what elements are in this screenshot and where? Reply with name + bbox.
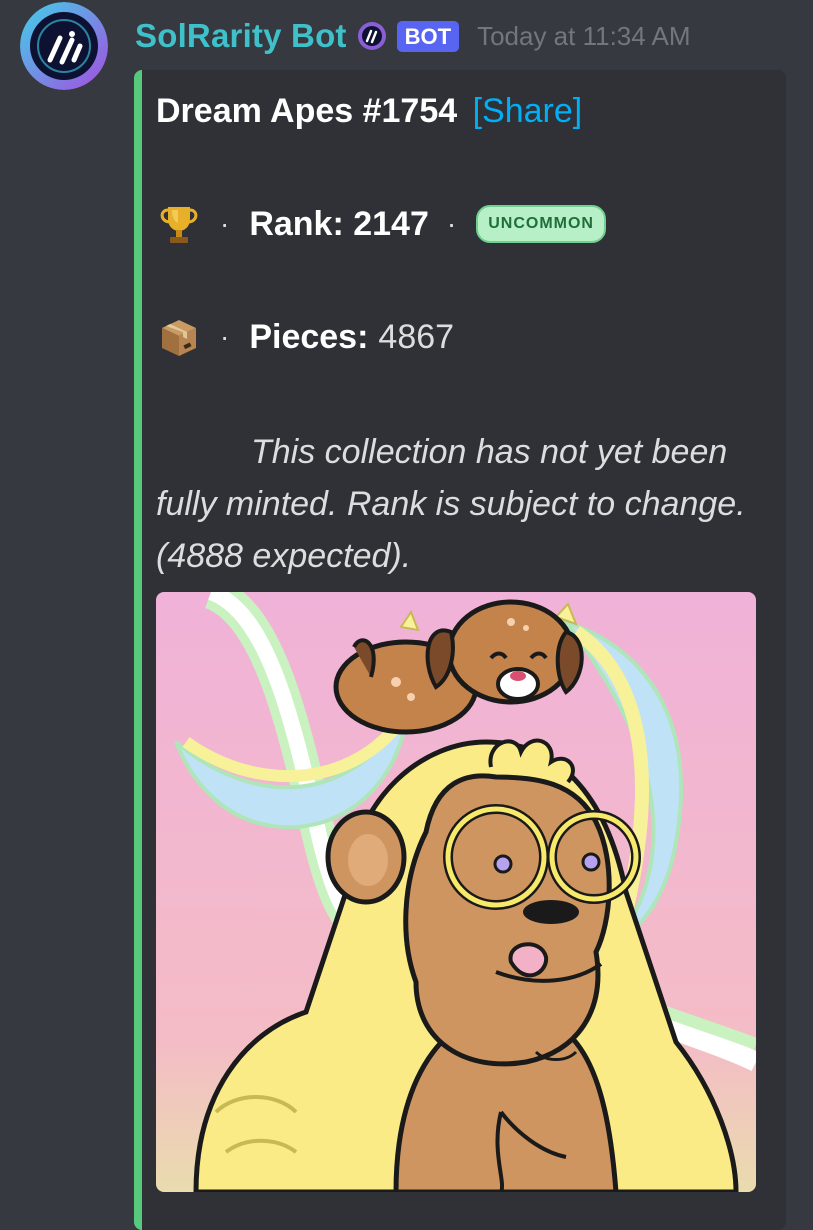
chat-message: SolRarity Bot BOT Today at 11:34 AM Drea… [0, 0, 813, 1230]
rarity-badge: UNCOMMON [476, 205, 606, 243]
nft-image[interactable] [156, 592, 756, 1192]
pieces-row: · Pieces: 4867 [156, 307, 454, 367]
separator: · [446, 208, 457, 239]
rank-label: Rank: 2147 [249, 204, 429, 243]
timestamp[interactable]: Today at 11:34 AM [477, 21, 690, 52]
bot-avatar[interactable] [20, 2, 108, 90]
nft-name: Dream Apes #1754 [156, 92, 458, 130]
pieces-label: Pieces: [249, 317, 369, 356]
embed-title: Dream Apes #1754 [Share] [156, 92, 582, 131]
separator: · [220, 321, 230, 352]
package-icon [156, 314, 202, 360]
separator: · [220, 208, 230, 239]
share-link[interactable]: [Share] [473, 92, 583, 130]
solrarity-badge-icon [357, 21, 387, 51]
pieces-value: 4867 [378, 317, 455, 356]
embed-accent-bar [134, 70, 142, 1230]
message-header: SolRarity Bot BOT Today at 11:34 AM [135, 14, 691, 58]
mint-notice: This collection has not yet been fully m… [156, 433, 746, 575]
bot-tag: BOT [396, 20, 460, 52]
rank-row: · Rank: 2147 · UNCOMMON [156, 194, 606, 254]
trophy-icon [156, 201, 202, 247]
username[interactable]: SolRarity Bot [135, 17, 347, 55]
rarity-embed: Dream Apes #1754 [Share] · Rank: 2147 · … [134, 70, 786, 1230]
